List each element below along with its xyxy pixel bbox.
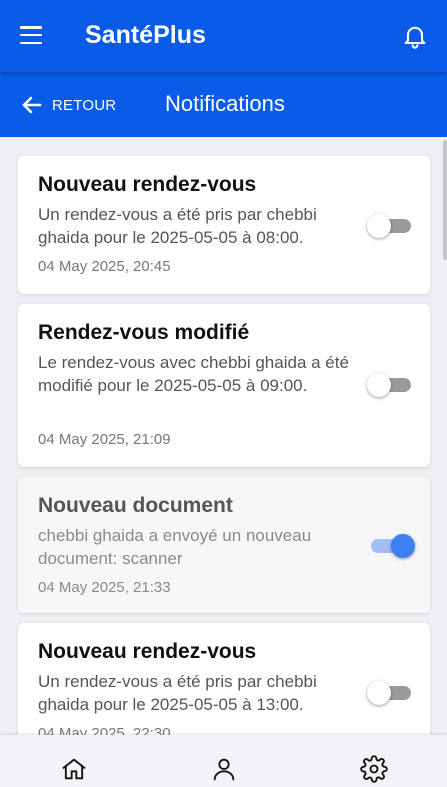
bell-icon[interactable] xyxy=(401,22,429,50)
read-toggle[interactable] xyxy=(367,373,411,397)
arrow-left-icon xyxy=(22,96,42,114)
page-title: Notifications xyxy=(165,91,285,116)
read-toggle[interactable] xyxy=(367,214,411,238)
toggle-knob xyxy=(391,534,415,558)
notification-message: Un rendez-vous a été pris par chebbi gha… xyxy=(38,205,317,247)
read-toggle[interactable] xyxy=(371,534,415,558)
read-toggle[interactable] xyxy=(367,681,411,705)
notification-card[interactable]: Nouveau document chebbi ghaida a envoyé … xyxy=(18,477,430,613)
notification-message: Un rendez-vous a été pris par chebbi gha… xyxy=(38,672,317,714)
notification-date: 04 May 2025, 21:09 xyxy=(38,431,171,448)
notification-list: Nouveau rendez-vous Un rendez-vous a été… xyxy=(0,137,447,735)
notification-date: 04 May 2025, 21:33 xyxy=(38,579,171,596)
user-icon[interactable] xyxy=(210,755,238,783)
notification-date: 04 May 2025, 22:30 xyxy=(38,725,171,735)
settings-icon[interactable] xyxy=(360,755,388,783)
notification-title: Nouveau document xyxy=(38,494,233,517)
toggle-knob xyxy=(367,214,391,238)
notification-title: Nouveau rendez-vous xyxy=(38,173,257,196)
home-icon[interactable] xyxy=(60,755,88,783)
notification-message: Le rendez-vous avec chebbi ghaida a été … xyxy=(38,353,349,395)
hamburger-menu-icon[interactable] xyxy=(20,26,46,48)
back-button[interactable]: RETOUR xyxy=(20,92,116,118)
notification-title: Nouveau rendez-vous xyxy=(38,640,257,663)
page-header: RETOUR Notifications xyxy=(0,72,447,137)
notification-message: chebbi ghaida a envoyé un nouveau docume… xyxy=(38,526,312,568)
notification-card[interactable]: Rendez-vous modifié Le rendez-vous avec … xyxy=(18,304,430,467)
notification-title: Rendez-vous modifié xyxy=(38,321,250,344)
scrollbar[interactable] xyxy=(443,140,447,260)
back-label: RETOUR xyxy=(52,96,117,114)
notification-card[interactable]: Nouveau rendez-vous Un rendez-vous a été… xyxy=(18,623,430,735)
toggle-knob xyxy=(367,681,391,705)
app-title: SantéPlus xyxy=(85,21,206,49)
app-header: SantéPlus xyxy=(0,0,447,72)
toggle-knob xyxy=(367,373,391,397)
notification-card[interactable]: Nouveau rendez-vous Un rendez-vous a été… xyxy=(18,156,430,294)
notification-date: 04 May 2025, 20:45 xyxy=(38,258,171,275)
bottom-navigation xyxy=(0,735,447,787)
